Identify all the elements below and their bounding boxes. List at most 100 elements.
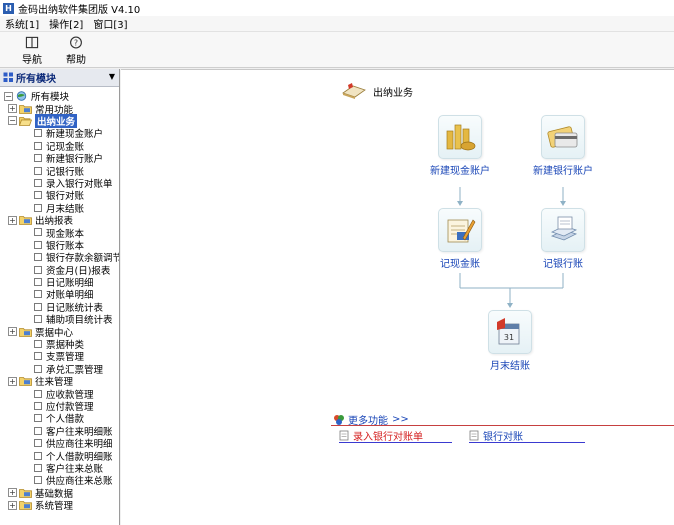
ledger-pencil-icon xyxy=(447,219,476,243)
tree-item[interactable]: 承兑汇票管理 xyxy=(0,363,119,376)
page-icon xyxy=(34,476,42,485)
cash-journal-label: 记现金账 xyxy=(440,259,480,270)
tree-item[interactable]: 日记账统计表 xyxy=(0,301,119,314)
tree-item[interactable]: 新建现金账户 xyxy=(0,127,119,140)
folder-icon xyxy=(19,104,32,114)
tree-node[interactable]: + 往来管理 xyxy=(0,375,119,388)
tree-node[interactable]: + 出纳报表 xyxy=(0,214,119,227)
title-bar: H 金码出纳软件集团版 V4.10 xyxy=(0,0,674,16)
month-close-tile[interactable]: 31 xyxy=(488,310,532,354)
document-icon xyxy=(469,430,479,441)
tree-item[interactable]: 客户往来明细账 xyxy=(0,425,119,438)
bank-journal-node[interactable]: 记银行账 xyxy=(528,208,598,270)
tree-item[interactable]: 客户往来总账 xyxy=(0,462,119,475)
tree-node[interactable]: − 出纳业务 xyxy=(0,113,119,128)
tree-item[interactable]: 新建银行账户 xyxy=(0,152,119,165)
module-sidebar: 所有模块 ▼ − 所有模块 + 常用功能 − 出纳业务 新建现金账户 记现金账 新建银行账户 记银… xyxy=(0,69,120,525)
tree-node[interactable]: + 基础数据 xyxy=(0,487,119,500)
tree-node[interactable]: + 常用功能 xyxy=(0,102,119,116)
tree-item[interactable]: 月末结账 xyxy=(0,202,119,215)
more-functions-arrow[interactable]: >> xyxy=(392,414,409,425)
new-cash-account-label: 新建现金账户 xyxy=(430,166,490,177)
navigation-icon xyxy=(25,36,39,49)
folder-icon xyxy=(19,500,32,510)
tree-item[interactable]: 现金账本 xyxy=(0,226,119,240)
tree-item[interactable]: 日记账明细 xyxy=(0,276,119,289)
page-icon xyxy=(34,166,42,175)
tree-item[interactable]: 资金月(日)报表 xyxy=(0,263,119,277)
expand-icon[interactable]: + xyxy=(8,376,17,386)
tree-item[interactable]: 支票管理 xyxy=(0,350,119,363)
page-icon xyxy=(34,253,42,262)
new-cash-account-tile[interactable] xyxy=(438,115,482,159)
month-close-label: 月末结账 xyxy=(490,361,530,372)
page-icon xyxy=(34,141,42,150)
page-icon xyxy=(34,340,42,348)
tree-node[interactable]: + 系统管理 xyxy=(0,499,119,512)
toolbar: 导航 ? 帮助 xyxy=(0,32,674,68)
tree-item[interactable]: 个人借款 xyxy=(0,412,119,425)
menu-bar: 系统[1] 操作[2] 窗口[3] xyxy=(0,16,674,32)
tree-item[interactable]: 银行对账 xyxy=(0,189,119,202)
tree-item[interactable]: 应付款管理 xyxy=(0,400,119,413)
more-functions-icon xyxy=(334,414,344,425)
dropdown-arrow-icon[interactable]: ▼ xyxy=(109,72,115,81)
tree-node[interactable]: + 票据中心 xyxy=(0,325,119,339)
expand-icon[interactable]: + xyxy=(8,500,17,510)
expand-icon[interactable]: + xyxy=(8,104,17,114)
expand-icon[interactable]: + xyxy=(8,327,17,337)
tree-item[interactable]: 票据种类 xyxy=(0,338,119,351)
tree-item[interactable]: 供应商往来明细 xyxy=(0,437,119,450)
menu-system[interactable]: 系统[1] xyxy=(0,16,44,31)
help-button[interactable]: ? 帮助 xyxy=(54,32,98,66)
page-icon xyxy=(34,364,42,373)
more-link-bank-reconcile-label: 银行对账 xyxy=(483,432,523,443)
window-title: 金码出纳软件集团版 V4.10 xyxy=(18,4,141,16)
bank-journal-label: 记银行账 xyxy=(543,259,583,270)
collapse-icon[interactable]: − xyxy=(8,116,17,126)
expand-icon[interactable]: + xyxy=(8,215,17,225)
tree-item[interactable]: 记银行账 xyxy=(0,164,119,178)
bank-card-icon xyxy=(547,126,578,148)
nav-button[interactable]: 导航 xyxy=(10,32,54,66)
page-icon xyxy=(34,191,42,200)
new-cash-account-node[interactable]: 新建现金账户 xyxy=(425,115,495,177)
more-link-import-statement-label: 录入银行对账单 xyxy=(353,432,423,443)
main-panel: 出纳业务 新建现金账户 新建银行账户 记现金账 记银行账 31 月末结账 更多功… xyxy=(121,69,674,525)
tree-item[interactable]: 记现金账 xyxy=(0,140,119,153)
page-icon xyxy=(34,278,42,287)
collapse-icon[interactable]: − xyxy=(4,91,13,101)
tree-item[interactable]: 对账单明细 xyxy=(0,288,119,301)
document-icon xyxy=(339,430,349,441)
page-icon xyxy=(34,439,42,448)
tree-item[interactable]: 供应商往来总账 xyxy=(0,474,119,487)
tree-item[interactable]: 辅助项目统计表 xyxy=(0,313,119,326)
more-link-import-statement[interactable]: 录入银行对账单 xyxy=(339,429,452,443)
tree-item[interactable]: 个人借款明细账 xyxy=(0,449,119,463)
new-bank-account-tile[interactable] xyxy=(541,115,585,159)
menu-window[interactable]: 窗口[3] xyxy=(88,16,132,31)
globe-icon xyxy=(15,91,28,101)
tree-node[interactable]: − 所有模块 xyxy=(0,90,119,103)
expand-icon[interactable]: + xyxy=(8,488,17,498)
tree-item[interactable]: 应收款管理 xyxy=(0,387,119,401)
sidebar-header[interactable]: 所有模块 ▼ xyxy=(0,69,119,87)
page-icon xyxy=(34,463,42,472)
page-icon xyxy=(34,426,42,435)
month-close-node[interactable]: 31 月末结账 xyxy=(475,310,545,372)
new-bank-account-label: 新建银行账户 xyxy=(533,166,593,177)
document-stack-icon xyxy=(550,216,578,241)
bank-journal-tile[interactable] xyxy=(541,208,585,252)
help-icon: ? xyxy=(70,36,82,49)
more-link-bank-reconcile[interactable]: 银行对账 xyxy=(469,429,585,443)
cash-journal-node[interactable]: 记现金账 xyxy=(425,208,495,270)
page-icon xyxy=(34,302,42,311)
cash-journal-tile[interactable] xyxy=(438,208,482,252)
tree-item[interactable]: 银行存款余额调节 xyxy=(0,251,119,264)
new-bank-account-node[interactable]: 新建银行账户 xyxy=(528,115,598,177)
tree-item[interactable]: 录入银行对账单 xyxy=(0,177,119,190)
module-tree: − 所有模块 + 常用功能 − 出纳业务 新建现金账户 记现金账 新建银行账户 记银行账 录入银行对… xyxy=(0,87,119,512)
tree-item[interactable]: 银行账本 xyxy=(0,239,119,252)
more-functions-divider xyxy=(331,425,674,426)
menu-operation[interactable]: 操作[2] xyxy=(44,16,88,31)
